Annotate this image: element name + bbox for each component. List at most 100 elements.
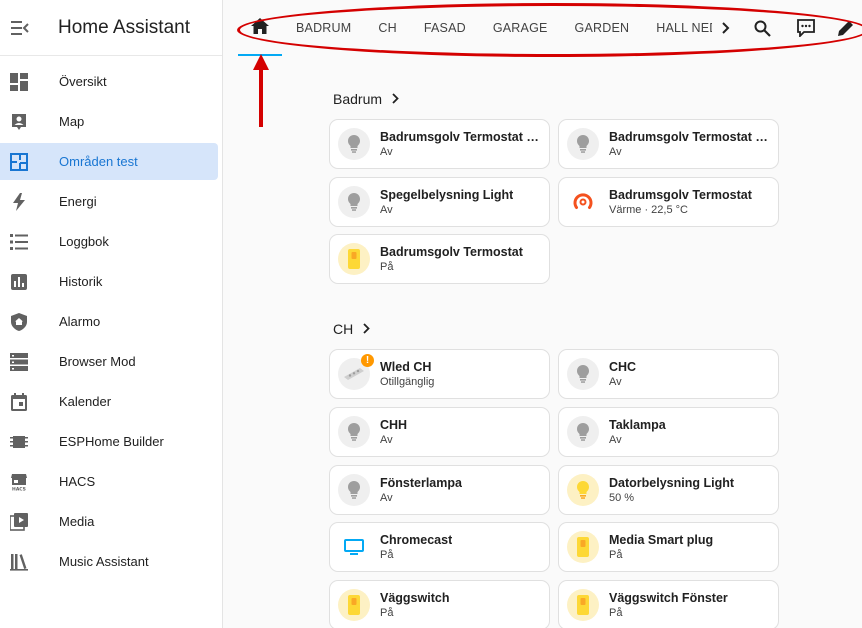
chip-icon [9, 432, 29, 452]
sidebar-item-label: Områden test [59, 154, 138, 169]
chevron-right-icon [392, 91, 399, 107]
entity-state: Av [380, 434, 393, 446]
entity-card[interactable]: Väggswitch På [329, 580, 550, 628]
entity-state: Av [380, 492, 393, 504]
tab-garage[interactable]: GARAGE [479, 21, 561, 35]
shield-home-icon [9, 312, 29, 332]
section-ch-header[interactable]: CH [333, 321, 371, 337]
annotation-arrow [253, 54, 269, 127]
sidebar-item-music-assistant[interactable]: Music Assistant [0, 543, 218, 580]
server-icon [9, 352, 29, 372]
chart-icon [9, 272, 29, 292]
entity-card[interactable]: Media Smart plug På [558, 522, 779, 572]
tab-ch[interactable]: CH [364, 21, 409, 35]
entity-card[interactable]: ! Wled CH Otillgänglig [329, 349, 550, 399]
entity-name: Wled CH [380, 360, 432, 374]
entity-card[interactable]: Väggswitch Fönster På [558, 580, 779, 628]
entity-card[interactable]: CHC Av [558, 349, 779, 399]
entity-name: Chromecast [380, 533, 453, 547]
entity-state: På [380, 261, 394, 273]
play-box-icon [9, 512, 29, 532]
entity-name: CHH [380, 418, 408, 432]
entity-state: Av [380, 146, 393, 158]
bulb-icon [338, 186, 370, 218]
entity-card[interactable]: Badrumsgolv Termostat Badrum Av [558, 119, 779, 169]
switch-icon [338, 589, 370, 621]
entity-name: Datorbelysning Light [609, 476, 734, 490]
tv-icon [338, 531, 370, 563]
entity-state: Av [609, 376, 622, 388]
entity-name: Badrumsgolv Termostat [609, 188, 752, 202]
home-icon [251, 17, 269, 39]
entity-name: Fönsterlampa [380, 476, 462, 490]
sidebar-item-loggbok[interactable]: Loggbok [0, 223, 218, 260]
sidebar-item-energi[interactable]: Energi [0, 183, 218, 220]
entity-state: På [609, 549, 623, 561]
lightning-icon [9, 192, 29, 212]
entity-card[interactable]: Fönsterlampa Av [329, 465, 550, 515]
tab-home[interactable] [238, 0, 282, 56]
app-title: Home Assistant [58, 16, 190, 38]
sidebar-item-label: Alarmo [59, 314, 101, 329]
area-tabs: BADRUM CH FASAD GARAGE GARDEN HALL NEDER… [282, 0, 712, 56]
floorplan-icon [9, 152, 29, 172]
switch-icon [338, 243, 370, 275]
sidebar-item-browser-mod[interactable]: Browser Mod [0, 343, 218, 380]
edit-pencil-icon[interactable] [832, 0, 860, 56]
sidebar-item-hacs[interactable]: HACS HACS [0, 463, 218, 500]
tabs-scroll-right-icon[interactable] [712, 0, 740, 56]
entity-card[interactable]: Badrumsgolv Termostat På [329, 234, 550, 284]
entity-card[interactable]: Datorbelysning Light 50 % [558, 465, 779, 515]
entity-card[interactable]: CHH Av [329, 407, 550, 457]
tab-hall-nedervaning[interactable]: HALL NEDERVÅNING [642, 21, 712, 35]
entity-name: Spegelbelysning Light [380, 188, 514, 202]
assist-icon[interactable] [792, 0, 820, 56]
sidebar-header: Home Assistant [0, 0, 222, 56]
sidebar-item-map[interactable]: Map [0, 103, 218, 140]
sidebar-item-historik[interactable]: Historik [0, 263, 218, 300]
entity-card[interactable]: Badrumsgolv Termostat Värme · 22,5 °C [558, 177, 779, 227]
entity-name: Media Smart plug [609, 533, 714, 547]
search-icon[interactable] [748, 0, 776, 56]
entity-state: Av [609, 434, 622, 446]
sidebar-item-kalender[interactable]: Kalender [0, 383, 218, 420]
sidebar-item-alarmo[interactable]: Alarmo [0, 303, 218, 340]
entity-state: På [380, 607, 394, 619]
entity-name: Väggswitch [380, 591, 450, 605]
entity-state: På [380, 549, 394, 561]
section-badrum-header[interactable]: Badrum [333, 91, 399, 107]
bulb-icon [567, 358, 599, 390]
switch-icon [567, 589, 599, 621]
entity-name: Badrumsgolv Termostat [380, 245, 523, 259]
sidebar: Home Assistant Översikt Map Områden test… [0, 0, 223, 628]
calendar-icon [9, 392, 29, 412]
tab-garden[interactable]: GARDEN [561, 21, 643, 35]
menu-collapse-icon[interactable] [2, 0, 38, 56]
sidebar-item-label: ESPHome Builder [59, 434, 164, 449]
hacs-icon: HACS [9, 472, 29, 492]
entity-card[interactable]: Badrumsgolv Termostat Badrum Av [329, 119, 550, 169]
sidebar-item-label: HACS [59, 474, 96, 489]
entity-name: Badrumsgolv Termostat Badrum [609, 130, 775, 144]
entity-card[interactable]: Spegelbelysning Light Av [329, 177, 550, 227]
sidebar-item-omraden-test[interactable]: Områden test [0, 143, 218, 180]
tab-fasad[interactable]: FASAD [410, 21, 479, 35]
sidebar-item-label: Media [59, 514, 95, 529]
dashboard-icon [9, 72, 29, 92]
section-title: Badrum [333, 91, 383, 107]
section-title: CH [333, 321, 354, 337]
sidebar-item-label: Map [59, 114, 85, 129]
entity-name: Taklampa [609, 418, 666, 432]
map-person-icon [9, 112, 29, 132]
tab-badrum[interactable]: BADRUM [282, 21, 364, 35]
entity-card[interactable]: Chromecast På [329, 522, 550, 572]
sidebar-item-media[interactable]: Media [0, 503, 218, 540]
sidebar-item-label: Browser Mod [59, 354, 136, 369]
sidebar-item-oversikt[interactable]: Översikt [0, 63, 218, 100]
top-toolbar: BADRUM CH FASAD GARAGE GARDEN HALL NEDER… [223, 0, 862, 56]
warning-badge: ! [361, 354, 374, 367]
entity-card[interactable]: Taklampa Av [558, 407, 779, 457]
entity-name: CHC [609, 360, 637, 374]
sidebar-item-label: Music Assistant [59, 554, 149, 569]
sidebar-item-esphome-builder[interactable]: ESPHome Builder [0, 423, 218, 460]
